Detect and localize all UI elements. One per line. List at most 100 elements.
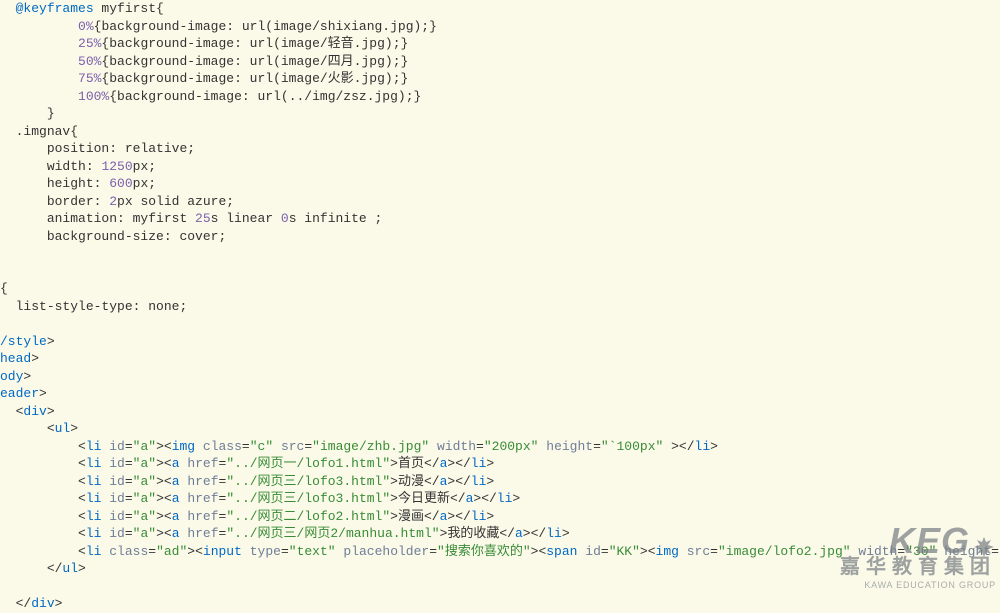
code-line[interactable]: .imgnav{ (0, 123, 1000, 141)
code-line[interactable]: animation: myfirst 25s linear 0s infinit… (0, 210, 1000, 228)
code-line[interactable] (0, 245, 1000, 263)
code-token: (../img/zsz.jpg);} (281, 89, 421, 104)
code-token: (image/四月.jpg);} (273, 54, 408, 69)
code-token: 0 (281, 211, 289, 226)
code-token: list-style-type (16, 299, 133, 314)
code-line[interactable]: { (0, 280, 1000, 298)
code-token: "image/lofo2.jpg" (718, 544, 851, 559)
code-line[interactable]: list-style-type: none; (0, 298, 1000, 316)
code-token: "a" (133, 439, 156, 454)
code-token: input (203, 544, 242, 559)
code-token: href (187, 474, 218, 489)
code-token: : none; (133, 299, 188, 314)
code-token: >今日更新</ (390, 491, 465, 506)
code-line[interactable]: ody> (0, 368, 1000, 386)
code-line[interactable] (0, 263, 1000, 281)
code-line[interactable]: @keyframes myfirst{ (0, 0, 1000, 18)
code-line[interactable]: 100%{background-image: url(../img/zsz.jp… (0, 88, 1000, 106)
code-token: href (187, 456, 218, 471)
code-token: ul (62, 561, 78, 576)
code-line[interactable]: <li id="a"><a href="../网页一/lofo1.html">首… (0, 455, 1000, 473)
code-token: "a" (133, 456, 156, 471)
code-line[interactable]: eader> (0, 385, 1000, 403)
code-token: ul (55, 421, 71, 436)
code-line[interactable]: </ul> (0, 560, 1000, 578)
code-token: 1250 (101, 159, 132, 174)
code-token: = (125, 456, 133, 471)
code-line[interactable]: position: relative; (0, 140, 1000, 158)
code-token: li (86, 439, 102, 454)
code-line[interactable] (0, 315, 1000, 333)
code-token: { (0, 281, 8, 296)
code-token: "text" (289, 544, 336, 559)
code-token: li (86, 544, 102, 559)
code-token: height (944, 544, 991, 559)
code-token: : (234, 36, 250, 51)
code-line[interactable] (0, 578, 1000, 596)
code-line[interactable]: background-size: cover; (0, 228, 1000, 246)
code-line[interactable]: height: 600px; (0, 175, 1000, 193)
code-token: "a" (133, 491, 156, 506)
code-token (195, 439, 203, 454)
code-token: id (109, 456, 125, 471)
code-token: = (281, 544, 289, 559)
code-line[interactable]: head> (0, 350, 1000, 368)
code-token: "../网页一/lofo1.html" (226, 456, 390, 471)
code-token: > (486, 509, 494, 524)
code-token: myfirst{ (94, 1, 164, 16)
code-token: img (656, 544, 679, 559)
code-token: li (86, 474, 102, 489)
code-token: url (250, 36, 273, 51)
code-token: li (86, 456, 102, 471)
code-token: 25% (78, 36, 101, 51)
code-token: url (257, 89, 280, 104)
code-line[interactable]: <li id="a"><a href="../网页三/lofo3.html">今… (0, 490, 1000, 508)
code-token: >< (156, 439, 172, 454)
code-line[interactable]: /style> (0, 333, 1000, 351)
code-token: : (94, 176, 110, 191)
code-token: ></ (523, 526, 546, 541)
code-token: a (515, 526, 523, 541)
code-token: "../网页二/lofo2.html" (226, 509, 390, 524)
code-line[interactable]: 75%{background-image: url(image/火影.jpg);… (0, 70, 1000, 88)
code-token: (image/火影.jpg);} (273, 71, 408, 86)
code-token: >漫画</ (390, 509, 439, 524)
code-token: li (695, 439, 711, 454)
code-line[interactable]: } (0, 105, 1000, 123)
code-line[interactable]: 0%{background-image: url(image/shixiang.… (0, 18, 1000, 36)
code-token (242, 544, 250, 559)
code-token: "ad" (156, 544, 187, 559)
code-line[interactable]: <li id="a"><a href="../网页三/网页2/manhua.ht… (0, 525, 1000, 543)
code-line[interactable]: 50%{background-image: url(image/四月.jpg);… (0, 53, 1000, 71)
code-token: "`100px" (601, 439, 663, 454)
code-token: } (47, 106, 55, 121)
code-line[interactable]: width: 1250px; (0, 158, 1000, 176)
code-token: img (172, 439, 195, 454)
code-line[interactable]: <li id="a"><a href="../网页二/lofo2.html">漫… (0, 508, 1000, 526)
code-token: class (109, 544, 148, 559)
code-token: 25 (195, 211, 211, 226)
code-token: : cover; (164, 229, 226, 244)
code-line[interactable]: <div> (0, 403, 1000, 421)
code-line[interactable]: border: 2px solid azure; (0, 193, 1000, 211)
code-editor[interactable]: @keyframes myfirst{ 0%{background-image:… (0, 0, 1000, 613)
code-token: >首页</ (390, 456, 439, 471)
code-token: < (78, 439, 86, 454)
code-token: >动漫</ (390, 474, 439, 489)
code-token: href (187, 526, 218, 541)
code-token: = (991, 544, 999, 559)
code-token: "../网页三/lofo3.html" (226, 491, 390, 506)
code-token: a (172, 456, 180, 471)
code-line[interactable]: <ul> (0, 420, 1000, 438)
code-token: = (476, 439, 484, 454)
code-line[interactable]: <li id="a"><a href="../网页三/lofo3.html">动… (0, 473, 1000, 491)
code-token: "../网页三/lofo3.html" (226, 474, 390, 489)
code-line[interactable]: 25%{background-image: url(image/轻音.jpg);… (0, 35, 1000, 53)
code-token: li (86, 526, 102, 541)
code-token: : (234, 54, 250, 69)
code-token: 600 (109, 176, 132, 191)
code-line[interactable]: <li id="a"><img class="c" src="image/zhb… (0, 438, 1000, 456)
code-token: id (109, 526, 125, 541)
code-line[interactable]: <li class="ad"><input type="text" placeh… (0, 543, 1000, 561)
code-token: (image/轻音.jpg);} (273, 36, 408, 51)
